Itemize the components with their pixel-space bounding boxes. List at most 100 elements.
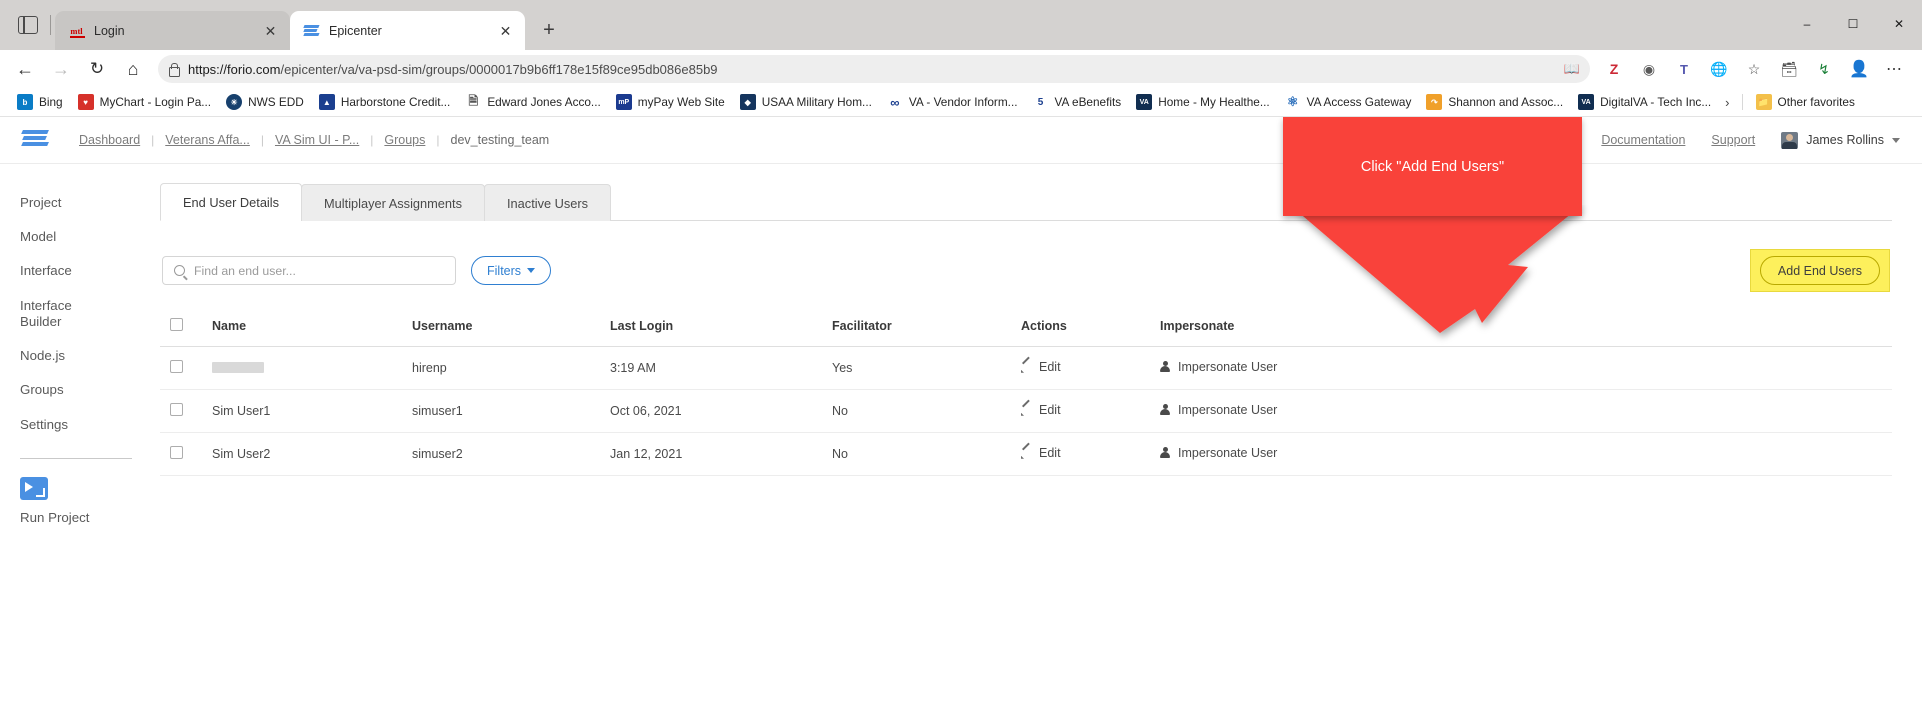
edit-button[interactable]: Edit — [1021, 403, 1061, 417]
maximize-button[interactable]: ☐ — [1830, 0, 1876, 48]
harborstone-icon: ▲ — [318, 94, 335, 110]
bookmark-item[interactable]: ▲ Harborstone Credit... — [312, 91, 458, 113]
cell-facilitator: No — [832, 432, 1021, 476]
bookmark-item[interactable]: mP myPay Web Site — [609, 91, 732, 113]
back-icon[interactable]: ← — [8, 54, 42, 84]
zotero-icon[interactable]: Z — [1598, 54, 1630, 84]
row-checkbox[interactable] — [170, 446, 183, 459]
column-actions: Actions — [1021, 318, 1160, 347]
user-menu[interactable]: James Rollins — [1781, 131, 1900, 149]
other-favorites-label: Other favorites — [1777, 95, 1855, 109]
row-checkbox[interactable] — [170, 403, 183, 416]
bookmark-item[interactable]: VA Home - My Healthe... — [1129, 91, 1276, 113]
cell-name — [212, 346, 412, 390]
close-icon[interactable]: ✕ — [261, 21, 280, 40]
redacted-name — [212, 362, 264, 373]
bookmarks-overflow-button[interactable]: › — [1719, 93, 1735, 112]
bookmark-label: Harborstone Credit... — [340, 95, 451, 109]
bookmark-item[interactable]: ↷ Shannon and Assoc... — [1419, 91, 1570, 113]
sidebar-item-model[interactable]: Model — [20, 220, 152, 254]
sidebar-item-interface-builder[interactable]: Interface Builder — [20, 289, 106, 339]
run-project-block[interactable]: Run Project — [20, 476, 152, 525]
teams-icon[interactable]: T — [1668, 54, 1700, 84]
sidebar-item-nodejs[interactable]: Node.js — [20, 339, 152, 373]
close-icon[interactable]: ✕ — [496, 21, 515, 40]
impersonate-user-button[interactable]: Impersonate User — [1160, 360, 1277, 374]
row-checkbox-cell — [160, 432, 212, 476]
row-checkbox[interactable] — [170, 360, 183, 373]
bookmark-item[interactable]: b Bing — [10, 91, 70, 113]
cell-last-login: Jan 12, 2021 — [610, 432, 832, 476]
impersonate-user-button[interactable]: Impersonate User — [1160, 403, 1277, 417]
select-all-checkbox[interactable] — [170, 318, 183, 331]
column-name[interactable]: Name — [212, 318, 412, 347]
forward-icon[interactable]: → — [44, 54, 78, 84]
documentation-link[interactable]: Documentation — [1601, 133, 1685, 147]
breadcrumb-dashboard[interactable]: Dashboard — [68, 133, 151, 147]
sidebar-item-groups[interactable]: Groups — [20, 373, 152, 407]
breadcrumb: Dashboard | Veterans Affa... | VA Sim UI… — [68, 133, 560, 147]
bookmark-item[interactable]: ∞ VA - Vendor Inform... — [880, 91, 1025, 113]
table-row[interactable]: hirenp 3:19 AM Yes Edit Impersonate User — [160, 346, 1892, 390]
settings-icon[interactable]: ⋯ — [1878, 54, 1910, 84]
bookmark-item[interactable]: ⚛ VA Access Gateway — [1278, 91, 1419, 113]
window-close-button[interactable]: ✕ — [1876, 0, 1922, 48]
epicenter-logo[interactable] — [20, 127, 50, 153]
search-input[interactable]: Find an end user... — [162, 256, 456, 285]
page-icon: 🗎 — [465, 94, 482, 110]
bing-icon: b — [17, 94, 33, 110]
tab-end-user-details[interactable]: End User Details — [160, 183, 303, 221]
tab-inactive-users[interactable]: Inactive Users — [484, 184, 612, 221]
bookmark-item[interactable]: 🗎 Edward Jones Acco... — [458, 91, 607, 113]
downloads-icon[interactable]: ↯ — [1808, 54, 1840, 84]
tab-multiplayer-assignments[interactable]: Multiplayer Assignments — [301, 184, 485, 221]
cell-impersonate: Impersonate User — [1160, 389, 1892, 433]
edit-button[interactable]: Edit — [1021, 446, 1061, 460]
column-facilitator[interactable]: Facilitator — [832, 318, 1021, 347]
browser-window: mtl Login ✕ Epicenter ✕ + – ☐ ✕ ← → ↻ ⌂ … — [0, 0, 1922, 711]
bookmark-item[interactable]: ☀ NWS EDD — [219, 91, 311, 113]
cell-facilitator: Yes — [832, 346, 1021, 390]
tab-search-button[interactable] — [6, 0, 50, 50]
bookmark-item[interactable]: ♥ MyChart - Login Pa... — [71, 91, 218, 113]
refresh-icon[interactable]: ↻ — [80, 54, 114, 84]
bookmarks-separator — [1741, 94, 1743, 110]
impersonate-user-button[interactable]: Impersonate User — [1160, 446, 1277, 460]
bookmark-item[interactable]: ◆ USAA Military Hom... — [733, 91, 879, 113]
filters-button[interactable]: Filters — [471, 256, 552, 285]
support-link[interactable]: Support — [1711, 133, 1755, 147]
browser-tab-login[interactable]: mtl Login ✕ — [55, 11, 290, 50]
add-end-users-button[interactable]: Add End Users — [1759, 256, 1880, 285]
favorites-icon[interactable]: ☆ — [1738, 54, 1770, 84]
bookmark-item[interactable]: VA DigitalVA - Tech Inc... — [1571, 91, 1718, 113]
reading-view-icon[interactable]: 📖 — [1564, 61, 1580, 77]
browser-toolbar: ← → ↻ ⌂ https://forio.com/epicenter/va/v… — [0, 50, 1922, 88]
collections-icon[interactable]: 🗃 — [1773, 54, 1805, 84]
sidebar-item-settings[interactable]: Settings — [20, 408, 152, 442]
breadcrumb-account[interactable]: Veterans Affa... — [154, 133, 261, 147]
sidebar-item-project[interactable]: Project — [20, 186, 152, 220]
breadcrumb-project[interactable]: VA Sim UI - P... — [264, 133, 370, 147]
bookmark-label: NWS EDD — [248, 95, 304, 109]
sidebar-item-interface[interactable]: Interface — [20, 254, 152, 288]
search-icon — [174, 265, 185, 276]
home-icon[interactable]: ⌂ — [116, 54, 150, 84]
address-bar[interactable]: https://forio.com/epicenter/va/va-psd-si… — [158, 55, 1590, 83]
column-username[interactable]: Username — [412, 318, 610, 347]
browser-tab-epicenter[interactable]: Epicenter ✕ — [290, 11, 525, 50]
impersonate-label: Impersonate User — [1178, 446, 1278, 460]
breadcrumb-groups[interactable]: Groups — [373, 133, 436, 147]
profile-icon[interactable]: 👤 — [1843, 54, 1875, 84]
bookmarks-bar: b Bing ♥ MyChart - Login Pa... ☀ NWS EDD ▲ H… — [0, 88, 1922, 117]
minimize-button[interactable]: – — [1784, 0, 1830, 48]
globe-icon[interactable]: 🌐 — [1703, 54, 1735, 84]
other-favorites-button[interactable]: 📁 Other favorites — [1749, 91, 1862, 113]
pencil-icon — [1021, 405, 1032, 416]
column-last-login[interactable]: Last Login — [610, 318, 832, 347]
new-tab-button[interactable]: + — [533, 14, 565, 46]
extension-icon[interactable]: ◉ — [1633, 54, 1665, 84]
edit-button[interactable]: Edit — [1021, 360, 1061, 374]
bookmark-item[interactable]: 5 VA eBenefits — [1026, 91, 1129, 113]
table-row[interactable]: Sim User2 simuser2 Jan 12, 2021 No Edit … — [160, 432, 1892, 476]
table-row[interactable]: Sim User1 simuser1 Oct 06, 2021 No Edit … — [160, 389, 1892, 433]
